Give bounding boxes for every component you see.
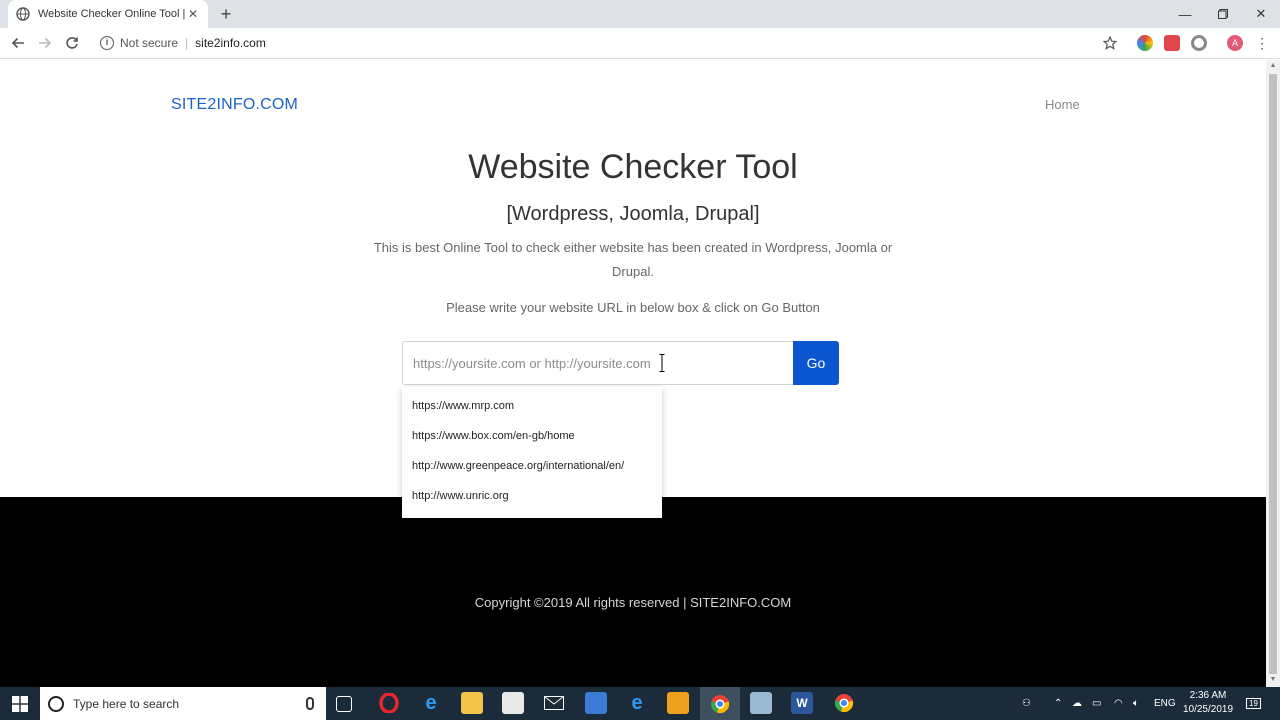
close-window-icon[interactable]: ✕ <box>1242 0 1280 28</box>
clock-time: 2:36 AM <box>1189 690 1227 701</box>
windows-start-icon[interactable] <box>0 687 40 720</box>
browser-tab[interactable]: Website Checker Online Tool | SITE2INFO … <box>8 0 208 28</box>
page-subtitle: [Wordpress, Joomla, Drupal] <box>506 203 760 225</box>
chrome-active-icon[interactable] <box>700 687 740 720</box>
tab-title: Website Checker Online Tool | SITE2INFO <box>38 8 186 20</box>
autocomplete-option[interactable]: http://www.greenpeace.org/international/… <box>402 451 662 481</box>
show-hidden-icons-icon[interactable]: ⌃ <box>1054 687 1062 720</box>
task-view-icon[interactable] <box>336 696 352 712</box>
copyright-text: Copyright ©2019 All rights reserved | SI… <box>474 595 792 610</box>
website-url-input[interactable] <box>402 341 793 385</box>
volume-icon[interactable]: 🔈︎ <box>1133 687 1139 720</box>
instruction-text: Please write your website URL in below b… <box>446 300 820 315</box>
autocomplete-option[interactable]: http://www.unric.org <box>402 481 662 511</box>
mail-icon[interactable] <box>543 692 565 714</box>
scroll-down-icon[interactable]: ▼ <box>1269 676 1277 683</box>
autocomplete-dropdown: https://www.mrp.com https://www.box.com/… <box>402 387 662 518</box>
restore-icon[interactable] <box>1204 0 1242 28</box>
cortana-icon <box>48 695 64 712</box>
minimize-icon[interactable]: — <box>1166 0 1204 28</box>
reload-icon[interactable] <box>62 33 82 53</box>
wifi-icon[interactable]: ◠ <box>1114 687 1123 720</box>
profile-avatar[interactable]: A <box>1227 35 1243 51</box>
url-text: site2info.com <box>195 36 266 50</box>
url-check-form: Go <box>402 341 839 385</box>
menu-dots-icon[interactable]: ⋮ <box>1252 33 1272 53</box>
opera-icon[interactable] <box>378 692 400 714</box>
security-label: Not secure <box>120 36 179 50</box>
microphone-icon[interactable] <box>306 697 314 710</box>
people-icon[interactable]: ⚇ <box>1022 687 1031 720</box>
back-icon[interactable] <box>8 33 28 53</box>
sublime-icon[interactable] <box>667 692 689 714</box>
web-page: SITE2INFO.COM Home Website Checker Tool … <box>0 60 1266 687</box>
autocomplete-option[interactable]: https://www.mrp.com <box>402 391 662 421</box>
forward-icon[interactable] <box>35 33 55 53</box>
store-icon[interactable] <box>502 692 524 714</box>
taskbar-clock[interactable]: 2:36 AM 10/25/2019 <box>1178 689 1238 717</box>
page-scrollbar[interactable]: ▲ ▼ <box>1266 60 1280 687</box>
site-brand-link[interactable]: SITE2INFO.COM <box>171 96 298 114</box>
address-bar[interactable]: i Not secure | site2info.com <box>92 31 1128 55</box>
settings-extension-icon[interactable] <box>1191 35 1207 51</box>
text-cursor-icon <box>659 354 665 372</box>
word-icon[interactable]: W <box>791 692 813 714</box>
scrollbar-thumb[interactable] <box>1269 74 1277 674</box>
browser-toolbar: i Not secure | site2info.com A ⋮ <box>0 28 1280 59</box>
page-description: This is best Online Tool to check either… <box>373 240 893 279</box>
clock-date: 10/25/2019 <box>1182 704 1234 715</box>
new-tab-button[interactable]: + <box>216 4 236 24</box>
globe-icon <box>16 7 30 21</box>
tab-strip: Website Checker Online Tool | SITE2INFO … <box>0 0 1280 28</box>
address-separator: | <box>185 36 189 50</box>
color-extension-icon[interactable] <box>1137 35 1153 51</box>
file-explorer-icon[interactable] <box>461 692 483 714</box>
close-tab-icon[interactable]: ✕ <box>186 7 200 21</box>
pocket-extension-icon[interactable] <box>1164 35 1180 51</box>
bookmark-star-icon[interactable] <box>1100 33 1120 53</box>
language-indicator[interactable]: ENG <box>1154 687 1176 720</box>
windows-taskbar: Type here to search e e W ⚇ ⌃ ☁ ▭ ◠ 🔈︎ E… <box>0 687 1280 720</box>
app-icon[interactable] <box>585 692 607 714</box>
autocomplete-option[interactable]: https://www.box.com/en-gb/home <box>402 421 662 451</box>
page-title: Website Checker Tool <box>468 148 798 186</box>
taskbar-search-box[interactable]: Type here to search <box>40 687 326 720</box>
notification-count: 19 <box>1246 698 1261 709</box>
nav-home-link[interactable]: Home <box>1045 97 1080 112</box>
scroll-up-icon[interactable]: ▲ <box>1269 62 1277 69</box>
info-icon[interactable]: i <box>100 36 114 50</box>
internet-explorer-icon[interactable]: e <box>626 692 648 714</box>
taskbar-search-placeholder: Type here to search <box>73 696 180 711</box>
notepad-icon[interactable] <box>750 692 772 714</box>
battery-icon[interactable]: ▭ <box>1092 687 1101 720</box>
onedrive-icon[interactable]: ☁ <box>1072 687 1082 720</box>
chrome-icon[interactable] <box>833 692 855 714</box>
action-center-icon[interactable]: 19 <box>1246 687 1261 720</box>
edge-icon[interactable]: e <box>420 692 442 714</box>
go-button[interactable]: Go <box>793 341 839 385</box>
page-footer: Copyright ©2019 All rights reserved | SI… <box>0 497 1266 687</box>
